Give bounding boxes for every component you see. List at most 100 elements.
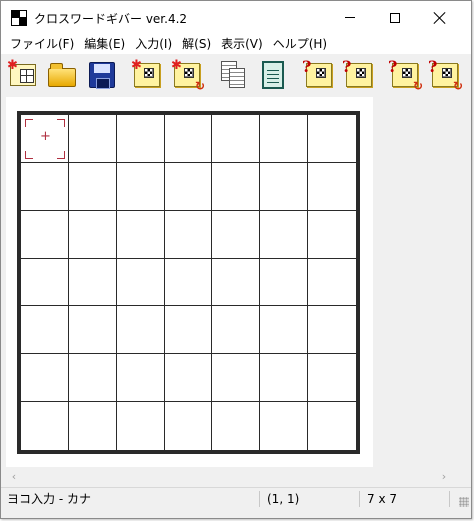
title-bar[interactable]: クロスワードギバー ver.4.2: [1, 1, 471, 34]
grid-cell[interactable]: [260, 258, 309, 307]
sparkle-icon: ✱: [171, 58, 182, 73]
close-button[interactable]: [417, 1, 462, 34]
grid-cell[interactable]: [308, 354, 356, 403]
sparkle-icon: ✱: [7, 58, 18, 73]
crosshair-icon: +: [40, 129, 51, 144]
arrow-icon: ↻: [194, 79, 205, 93]
grid-cell[interactable]: [308, 259, 356, 307]
grid-cell[interactable]: [117, 402, 165, 450]
grid-cell[interactable]: [116, 306, 165, 355]
grid-cell[interactable]: [68, 258, 117, 307]
grid-cell[interactable]: [68, 306, 117, 355]
grid-cell[interactable]: [116, 210, 165, 259]
check-2-button[interactable]: ?: [342, 57, 375, 91]
arrow-icon: ↻: [412, 79, 423, 93]
grid-cell[interactable]: [308, 163, 356, 211]
menu-solve[interactable]: 解(S): [177, 34, 216, 54]
grid-cell[interactable]: [69, 402, 117, 450]
grid-cell[interactable]: [260, 354, 309, 403]
solve-1-button[interactable]: ? ↻: [388, 57, 423, 93]
toolbar: ✱ ✱ ✱ ↻ ? ? ? ↻ ? ↻: [1, 55, 471, 97]
grid-cell[interactable]: [260, 162, 309, 211]
grid-cell[interactable]: [164, 162, 213, 211]
resize-grip-icon[interactable]: [459, 497, 469, 507]
grid-cell[interactable]: [21, 402, 69, 450]
minimize-icon: [344, 17, 355, 18]
grid-cell[interactable]: [21, 258, 69, 307]
grid-cell[interactable]: [260, 115, 309, 163]
folder-open-icon: [48, 63, 76, 87]
new-puzzle-button[interactable]: ✱: [7, 59, 39, 91]
grid-cell[interactable]: [164, 115, 213, 163]
maximize-button[interactable]: [372, 1, 417, 34]
grid-cell[interactable]: [21, 306, 69, 355]
grid-cell[interactable]: [68, 115, 117, 163]
scroll-right-icon[interactable]: ›: [436, 469, 452, 485]
menu-help[interactable]: ヘルプ(H): [268, 34, 332, 54]
grid-cell[interactable]: [68, 354, 117, 403]
status-divider: [259, 491, 260, 507]
grid-cell[interactable]: [68, 210, 117, 259]
grid-cell[interactable]: [308, 211, 356, 259]
new-blank-button[interactable]: ✱: [131, 59, 163, 91]
grid-cell[interactable]: [165, 402, 213, 450]
grid-cell[interactable]: [68, 162, 117, 211]
grid-cell[interactable]: [212, 306, 261, 355]
floppy-disk-icon: [89, 62, 115, 89]
generate-button[interactable]: ✱ ↻: [171, 58, 205, 93]
maximize-icon: [389, 12, 400, 23]
grid-cell[interactable]: [116, 162, 165, 211]
grid-cell[interactable]: [308, 402, 356, 450]
grid-cell[interactable]: [212, 402, 261, 450]
grid-cell[interactable]: [21, 162, 69, 211]
status-bar: ヨコ入力 - カナ (1, 1) 7 x 7: [1, 487, 471, 509]
menu-edit[interactable]: 編集(E): [79, 34, 130, 54]
grid-cell[interactable]: [21, 354, 69, 403]
grid-cell[interactable]: [21, 210, 69, 259]
vertical-scroll-area[interactable]: [455, 97, 471, 467]
status-grid-size: 7 x 7: [367, 492, 397, 506]
save-file-button[interactable]: [86, 59, 118, 91]
sparkle-icon: ✱: [131, 58, 142, 73]
grid-cell[interactable]: [116, 258, 165, 307]
grid-cell[interactable]: [116, 115, 165, 163]
app-icon[interactable]: [11, 10, 27, 26]
minimize-button[interactable]: [327, 1, 372, 34]
horizontal-scrollbar[interactable]: ‹ ›: [6, 469, 452, 485]
grid-cell[interactable]: [308, 115, 356, 163]
solve-2-button[interactable]: ? ↻: [428, 59, 463, 93]
grid-cell[interactable]: [164, 306, 213, 355]
puzzle-canvas[interactable]: +: [6, 97, 373, 467]
window-title: クロスワードギバー ver.4.2: [34, 12, 188, 26]
grid-cell[interactable]: [164, 210, 213, 259]
grid-cell[interactable]: [164, 354, 213, 403]
status-divider: [449, 491, 450, 507]
grid-cell[interactable]: [212, 115, 261, 163]
copy-button[interactable]: [217, 59, 249, 91]
question-icon: ?: [342, 57, 352, 76]
grid-cell[interactable]: [260, 210, 309, 259]
notes-button[interactable]: [257, 59, 289, 91]
grid-cell[interactable]: [164, 258, 213, 307]
grid-cell[interactable]: [116, 354, 165, 403]
menu-file[interactable]: ファイル(F): [5, 34, 79, 54]
status-cursor-position: (1, 1): [267, 492, 300, 506]
grid-cell[interactable]: [212, 354, 261, 403]
grid-cell[interactable]: [212, 258, 261, 307]
question-icon: ?: [388, 57, 398, 76]
menu-input[interactable]: 入力(I): [130, 34, 177, 54]
question-icon: ?: [302, 57, 312, 76]
grid-cell[interactable]: [212, 210, 261, 259]
status-input-mode: ヨコ入力 - カナ: [7, 492, 91, 506]
crossword-grid[interactable]: +: [17, 111, 360, 454]
open-file-button[interactable]: [46, 59, 78, 91]
grid-cell[interactable]: [260, 402, 309, 450]
grid-cell[interactable]: [308, 306, 356, 355]
app-window: クロスワードギバー ver.4.2 ファイル(F) 編集(E) 入力(I) 解(…: [0, 0, 472, 519]
grid-cell[interactable]: [260, 306, 309, 355]
scroll-left-icon[interactable]: ‹: [6, 469, 22, 485]
check-1-button[interactable]: ?: [302, 57, 335, 91]
grid-cell[interactable]: [212, 162, 261, 211]
cell-cursor: +: [25, 119, 65, 159]
menu-view[interactable]: 表示(V): [216, 34, 268, 54]
